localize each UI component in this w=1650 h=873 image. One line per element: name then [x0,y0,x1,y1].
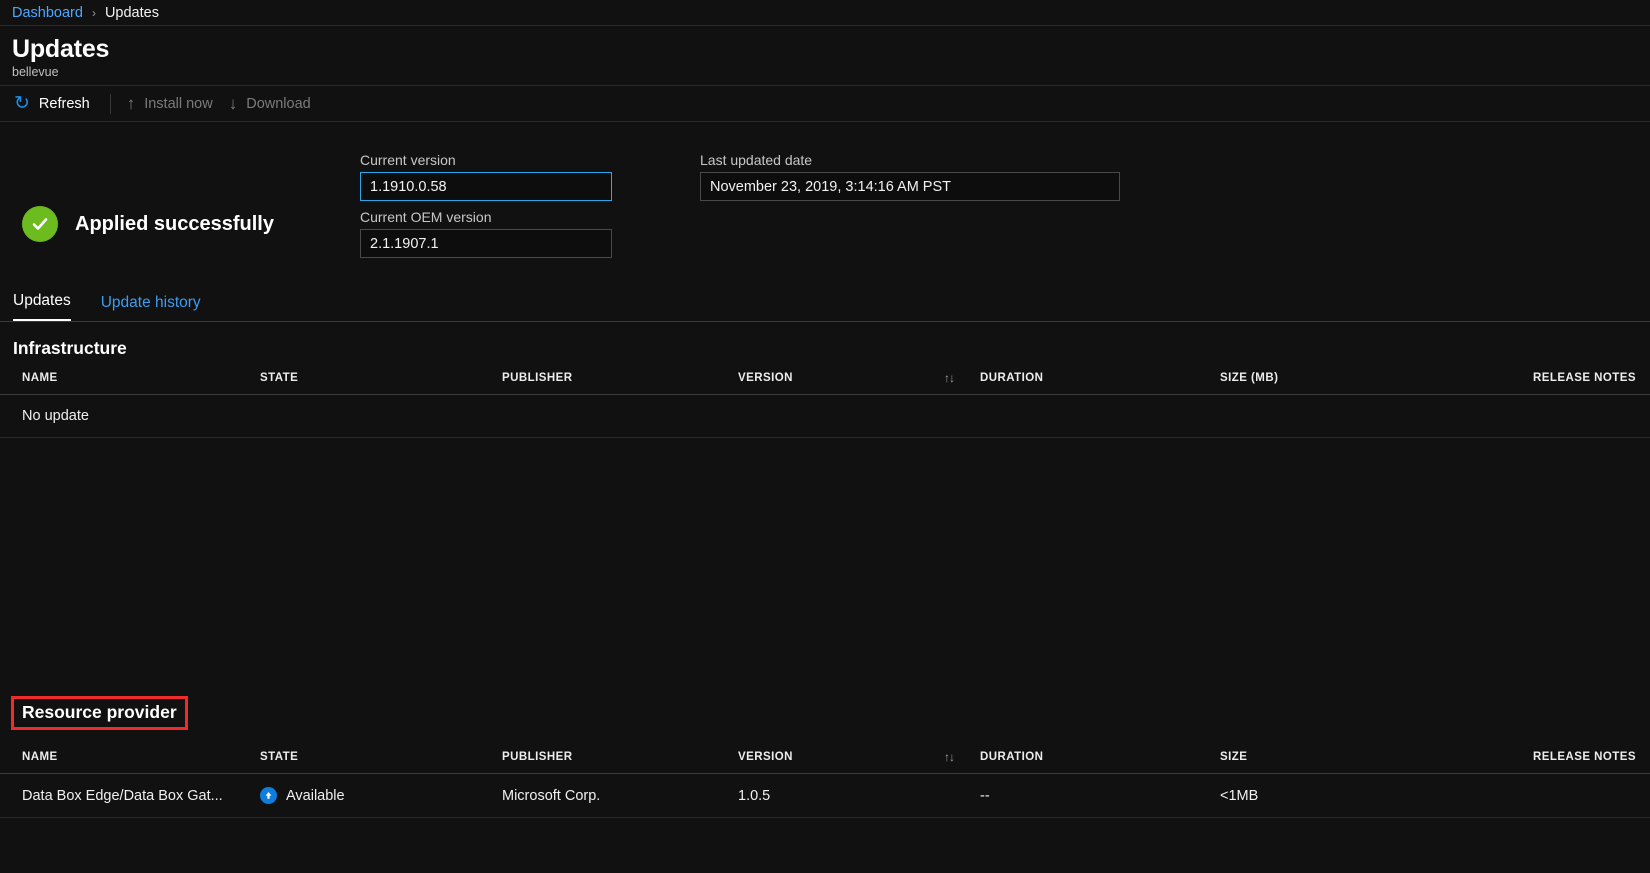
resource-provider-section-title: Resource provider [11,696,188,730]
resource-provider-title-wrap: Resource provider [0,696,1650,730]
rp-col-size[interactable]: SIZE [1220,738,1460,774]
check-circle-icon [22,206,58,242]
infra-col-release-notes[interactable]: RELEASE NOTES [1460,359,1650,395]
infra-col-state[interactable]: STATE [260,359,502,395]
infra-col-duration[interactable]: DURATION [980,359,1220,395]
last-updated-date-field-group: Last updated date [700,152,1120,201]
rp-cell-state-label: Available [286,788,345,804]
rp-cell-duration: -- [980,774,1220,818]
rp-col-duration[interactable]: DURATION [980,738,1220,774]
install-now-button-label: Install now [144,96,213,112]
infrastructure-section-title: Infrastructure [0,322,1650,359]
resource-provider-table: NAME STATE PUBLISHER VERSION ↑↓ DURATION… [0,738,1650,818]
current-version-input[interactable] [360,172,612,201]
infra-col-name[interactable]: NAME [0,359,260,395]
rp-col-version[interactable]: VERSION ↑↓ [738,738,980,774]
infrastructure-table: NAME STATE PUBLISHER VERSION ↑↓ DURATION… [0,359,1650,438]
rp-col-state[interactable]: STATE [260,738,502,774]
table-row[interactable]: Data Box Edge/Data Box Gat... Available … [0,774,1650,818]
status-text: Applied successfully [75,213,274,236]
infra-col-publisher[interactable]: PUBLISHER [502,359,738,395]
breadcrumb: Dashboard › Updates [0,0,1650,26]
upload-arrow-icon: ↑ [127,95,136,112]
command-bar: ↻ Refresh ↑ Install now ↓ Download [0,86,1650,122]
refresh-button[interactable]: ↻ Refresh [10,90,102,117]
infra-col-version[interactable]: VERSION ↑↓ [738,359,980,395]
infra-col-size[interactable]: SIZE (MB) [1220,359,1460,395]
sort-arrows-icon[interactable]: ↑↓ [944,371,980,385]
tab-updates[interactable]: Updates [13,292,71,321]
download-arrow-icon: ↓ [229,95,238,112]
rp-cell-version: 1.0.5 [738,774,980,818]
rp-cell-publisher: Microsoft Corp. [502,774,738,818]
available-update-icon [260,787,277,804]
infra-col-version-label: VERSION [738,372,793,384]
rp-col-name[interactable]: NAME [0,738,260,774]
page-title: Updates [12,34,1650,64]
download-button-label: Download [246,96,311,112]
infrastructure-table-header-row: NAME STATE PUBLISHER VERSION ↑↓ DURATION… [0,359,1650,395]
resource-provider-table-header-row: NAME STATE PUBLISHER VERSION ↑↓ DURATION… [0,738,1650,774]
version-fields: Current version Current OEM version [360,152,612,266]
updates-page: Dashboard › Updates Updates bellevue ↻ R… [0,0,1650,873]
infrastructure-empty-text: No update [0,395,1650,438]
status-block: Applied successfully [22,152,360,266]
refresh-button-label: Refresh [39,96,90,112]
current-oem-version-field-group: Current OEM version [360,209,612,258]
rp-cell-size: <1MB [1220,774,1460,818]
current-oem-version-input[interactable] [360,229,612,258]
last-updated-date-input[interactable] [700,172,1120,201]
rp-col-release-notes[interactable]: RELEASE NOTES [1460,738,1650,774]
current-version-label: Current version [360,152,612,168]
breadcrumb-separator-icon: › [92,6,96,20]
last-updated-date-label: Last updated date [700,152,1120,168]
install-now-button[interactable]: ↑ Install now [123,91,225,116]
page-header: Updates bellevue [0,26,1650,86]
rp-col-version-label: VERSION [738,751,793,763]
refresh-icon: ↻ [14,94,30,113]
rp-cell-name: Data Box Edge/Data Box Gat... [0,774,260,818]
sort-arrows-icon[interactable]: ↑↓ [944,750,980,764]
download-button[interactable]: ↓ Download [225,91,323,116]
breadcrumb-dashboard-link[interactable]: Dashboard [12,5,83,21]
current-oem-version-label: Current OEM version [360,209,612,225]
rp-col-publisher[interactable]: PUBLISHER [502,738,738,774]
status-summary: Applied successfully Current version Cur… [0,122,1650,266]
breadcrumb-current: Updates [105,5,159,21]
tab-update-history[interactable]: Update history [101,294,201,321]
rp-cell-state: Available [260,774,502,818]
command-bar-divider [110,94,111,114]
tab-bar: Updates Update history [0,288,1650,322]
date-fields: Last updated date [700,152,1120,266]
current-version-field-group: Current version [360,152,612,201]
infrastructure-table-empty-space [0,438,1650,696]
rp-cell-release-notes[interactable] [1460,774,1650,818]
page-subtitle: bellevue [12,65,1650,79]
infrastructure-empty-row: No update [0,395,1650,438]
